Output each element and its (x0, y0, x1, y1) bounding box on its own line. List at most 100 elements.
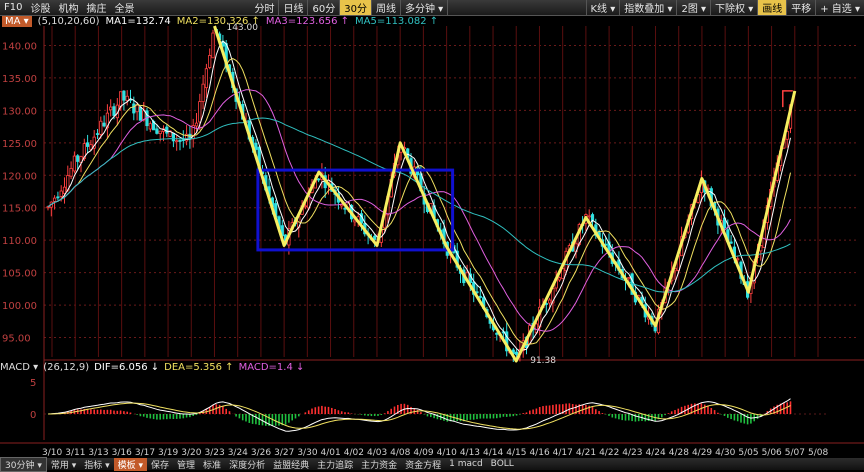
candle-body (77, 156, 79, 162)
candle-body (156, 129, 158, 134)
macd-value: MACD=1.4 ↓ (239, 362, 305, 373)
period-selector[interactable]: 30分钟 ▾ (0, 457, 47, 472)
tab-template[interactable]: 模板 ▾ (114, 458, 147, 471)
candle-body (172, 133, 174, 140)
candle-body (139, 107, 141, 120)
x-tick-label: 5/07 (785, 448, 805, 458)
dif-line (48, 399, 791, 432)
x-tick-label: 3/27 (274, 448, 294, 458)
x-tick-label: 4/08 (390, 448, 410, 458)
x-tick-label: 4/10 (437, 448, 457, 458)
candle-body (149, 124, 151, 129)
candle-body (110, 107, 112, 110)
tab-boll[interactable]: BOLL (487, 459, 518, 469)
candle-body (63, 187, 65, 193)
candle-body (205, 69, 207, 88)
candle-body (209, 55, 211, 67)
high-annotation: 143.00 (226, 23, 258, 33)
price-chart[interactable]: 143.0091.38 140.00135.00130.00125.00120.… (0, 0, 864, 470)
candle-body (176, 141, 178, 142)
candle-body (53, 198, 55, 201)
candle-body (182, 140, 184, 141)
x-tick-label: 4/13 (460, 448, 480, 458)
x-tick-label: 4/15 (506, 448, 526, 458)
x-tick-label: 4/09 (413, 448, 433, 458)
macd-tick-label: 0 (30, 410, 36, 421)
candle-body (119, 92, 121, 107)
tab-save[interactable]: 保存 (147, 458, 173, 471)
candle-body (212, 33, 214, 58)
candle-body (126, 96, 128, 100)
x-tick-label: 4/21 (576, 448, 596, 458)
y-tick-label: 100.00 (2, 301, 37, 312)
y-tick-label: 105.00 (2, 269, 37, 280)
candle-body (588, 216, 590, 217)
candle-body (57, 197, 59, 198)
candle-body (558, 278, 560, 280)
tab-fund-equation[interactable]: 资金方程 (401, 458, 445, 471)
candle-body (70, 168, 72, 176)
x-tick-label: 5/06 (762, 448, 782, 458)
x-tick-label: 5/05 (738, 448, 758, 458)
macd-indicator-dropdown[interactable]: MACD ▾ (0, 362, 38, 373)
y-tick-label: 125.00 (2, 139, 37, 150)
tab-main-force-tracking[interactable]: 主力追踪 (313, 458, 357, 471)
x-tick-label: 4/29 (692, 448, 712, 458)
tab-common[interactable]: 常用 ▾ (47, 458, 80, 471)
tab-yimeng-classic[interactable]: 益盟经典 (269, 458, 313, 471)
candle-body (73, 156, 75, 171)
candle-body (195, 123, 197, 126)
candle-body (341, 205, 343, 206)
candle-body (548, 300, 550, 303)
x-tick-label: 3/19 (158, 448, 178, 458)
x-tick-label: 3/24 (228, 448, 248, 458)
candle-body (133, 104, 135, 113)
y-tick-label: 115.00 (2, 204, 37, 215)
x-tick-label: 4/22 (599, 448, 619, 458)
candle-body (60, 191, 62, 196)
macd-tick-label: 5 (30, 378, 36, 389)
candle-body (166, 127, 168, 133)
candle-body (123, 91, 125, 100)
candle-body (202, 84, 204, 101)
x-tick-label: 4/16 (529, 448, 549, 458)
tab-deep-analysis[interactable]: 深度分析 (225, 458, 269, 471)
candle-body (304, 206, 306, 207)
candle-body (86, 143, 88, 147)
x-tick-label: 3/11 (65, 448, 85, 458)
tab-macd[interactable]: 1 macd (445, 459, 487, 469)
x-tick-label: 4/01 (321, 448, 341, 458)
tab-indicator[interactable]: 指标 ▾ (80, 458, 113, 471)
candle-body (179, 140, 181, 141)
candle-body (100, 121, 102, 134)
tab-main-force-funds[interactable]: 主力资金 (357, 458, 401, 471)
tab-standard[interactable]: 标准 (199, 458, 225, 471)
x-tick-label: 3/20 (181, 448, 201, 458)
x-tick-label: 3/30 (297, 448, 317, 458)
dif-value: DIF=6.056 ↓ (94, 362, 159, 373)
x-tick-label: 3/16 (112, 448, 132, 458)
x-tick-label: 3/23 (204, 448, 224, 458)
tab-manage[interactable]: 管理 (173, 458, 199, 471)
candle-body (730, 242, 732, 243)
candle-body (479, 296, 481, 297)
x-tick-label: 4/03 (367, 448, 387, 458)
y-tick-label: 110.00 (2, 236, 37, 247)
x-tick-label: 5/08 (808, 448, 828, 458)
bottom-toolbar: 30分钟 ▾ 常用 ▾ 指标 ▾ 模板 ▾ 保存 管理 标准 深度分析 益盟经典… (0, 458, 864, 470)
y-tick-label: 140.00 (2, 41, 37, 52)
candle-body (628, 278, 630, 279)
candle-body (113, 107, 115, 116)
candle-body (317, 179, 319, 180)
x-tick-label: 3/13 (88, 448, 108, 458)
x-tick-label: 4/23 (622, 448, 642, 458)
x-tick-label: 4/02 (344, 448, 364, 458)
x-tick-label: 4/28 (669, 448, 689, 458)
candle-body (47, 207, 49, 208)
candle-body (96, 134, 98, 135)
dea-line (48, 403, 791, 429)
x-tick-label: 4/30 (715, 448, 735, 458)
x-tick-label: 3/26 (251, 448, 271, 458)
low-annotation: 91.38 (530, 356, 556, 366)
x-tick-label: 3/17 (135, 448, 155, 458)
